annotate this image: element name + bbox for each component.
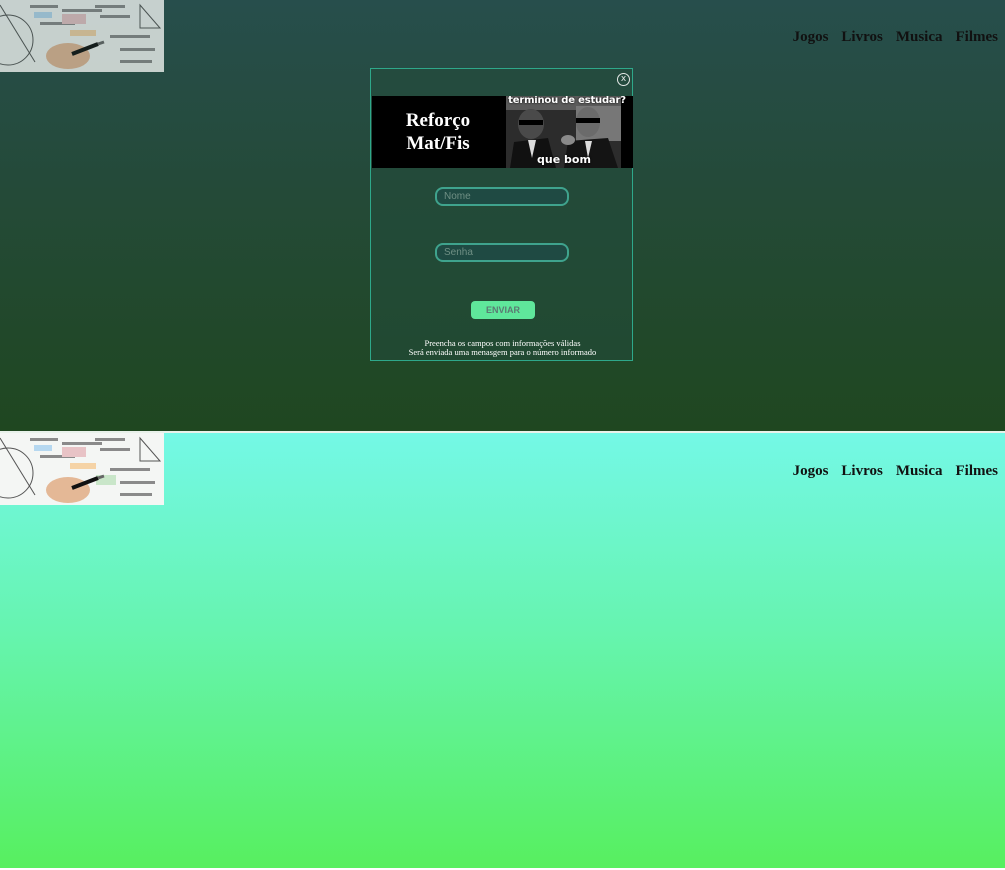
main-nav: Jogos Livros Musica Filmes bbox=[793, 29, 998, 46]
name-input[interactable] bbox=[435, 187, 569, 206]
submit-button[interactable]: ENVIAR bbox=[471, 301, 535, 319]
help-text: Preencha os campos com informações válid… bbox=[371, 339, 634, 357]
nav-link-jogos[interactable]: Jogos bbox=[793, 29, 829, 46]
nav-link-livros[interactable]: Livros bbox=[841, 463, 882, 480]
login-modal: x Reforço Mat/Fis terminou de estudar? q… bbox=[370, 68, 633, 361]
nav-link-livros[interactable]: Livros bbox=[841, 29, 882, 46]
banner-title: Reforço Mat/Fis bbox=[405, 110, 471, 154]
nav-link-filmes[interactable]: Filmes bbox=[956, 463, 999, 480]
nav-link-musica[interactable]: Musica bbox=[896, 463, 943, 480]
math-notes-logo bbox=[0, 433, 164, 505]
main-nav: Jogos Livros Musica Filmes bbox=[793, 463, 998, 480]
meme-caption-top: terminou de estudar? bbox=[508, 96, 626, 106]
top-section: Jogos Livros Musica Filmes x Reforço Mat… bbox=[0, 0, 1005, 431]
bottom-section: Jogos Livros Musica Filmes bbox=[0, 433, 1005, 868]
banner: Reforço Mat/Fis terminou de estudar? que… bbox=[372, 96, 633, 168]
math-notes-logo bbox=[0, 0, 164, 72]
help-line-2: Será enviada uma menasgem para o número … bbox=[408, 347, 597, 357]
password-input[interactable] bbox=[435, 243, 569, 262]
nav-link-musica[interactable]: Musica bbox=[896, 29, 943, 46]
close-icon[interactable]: x bbox=[617, 73, 630, 86]
nav-link-filmes[interactable]: Filmes bbox=[956, 29, 999, 46]
nav-link-jogos[interactable]: Jogos bbox=[793, 463, 829, 480]
meme-caption-bottom: que bom bbox=[537, 153, 591, 166]
